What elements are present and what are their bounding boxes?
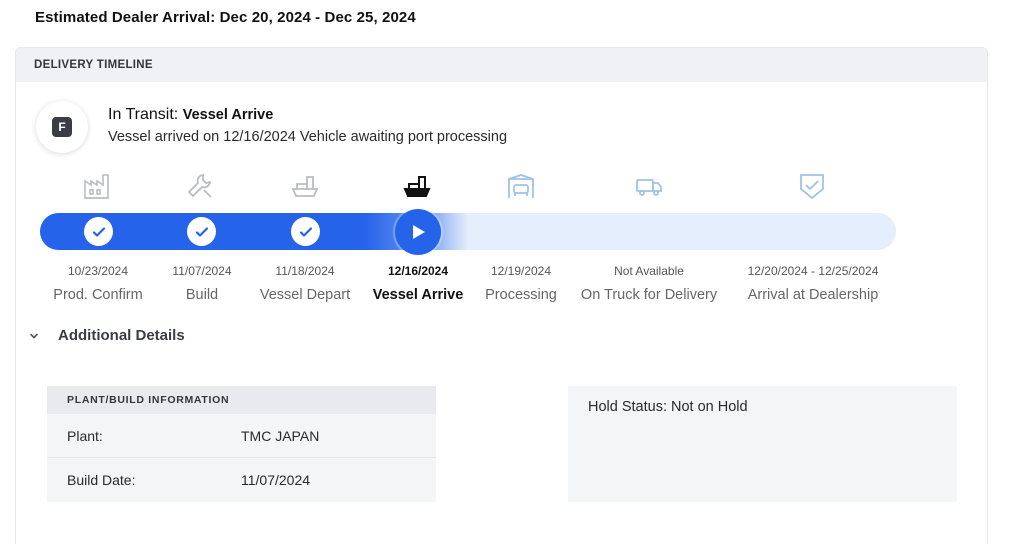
- current-step-play-icon: [395, 209, 441, 255]
- step-label: On Truck for Delivery: [580, 287, 718, 303]
- step-label-current: Vessel Arrive: [372, 287, 464, 303]
- delivery-timeline-header: DELIVERY TIMELINE: [16, 48, 987, 82]
- step-label: Prod. Confirm: [53, 287, 143, 303]
- step-date: 10/23/2024: [67, 264, 129, 278]
- step-label: Build: [185, 287, 219, 303]
- hold-status-panel: Hold Status: Not on Hold: [568, 386, 957, 502]
- status-title-stage: Vessel Arrive: [182, 107, 274, 123]
- plant-row-key: Plant:: [67, 427, 103, 444]
- step-complete-check-icon: [84, 217, 113, 246]
- step-date: 11/18/2024: [275, 264, 335, 278]
- step-date-current: 12/16/2024: [387, 264, 449, 278]
- status-description: Vessel arrived on 12/16/2024 Vehicle awa…: [108, 129, 508, 145]
- f-badge-icon: F: [52, 117, 72, 137]
- ship-icon-current: [402, 171, 432, 201]
- status-avatar: F: [36, 101, 88, 153]
- additional-details-label: Additional Details: [58, 327, 185, 344]
- additional-details-toggle[interactable]: Additional Details: [28, 327, 185, 344]
- step-complete-check-icon: [187, 217, 216, 246]
- truck-icon: [634, 171, 664, 201]
- delivery-timeline-card: DELIVERY TIMELINE F In Transit: Vessel A…: [15, 47, 988, 544]
- build-date-row-value: 11/07/2024: [241, 472, 311, 488]
- step-date: 11/07/2024: [172, 264, 232, 278]
- step-label: Vessel Depart: [259, 287, 351, 303]
- step-date: 12/20/2024 - 12/25/2024: [747, 264, 879, 278]
- build-date-row-key: Build Date:: [67, 472, 136, 488]
- step-date: 12/19/2024: [490, 264, 552, 278]
- step-date: Not Available: [614, 264, 684, 278]
- plant-row-value: TMC JAPAN: [241, 427, 320, 444]
- ship-icon: [290, 171, 320, 201]
- status-title: In Transit: Vessel Arrive: [108, 106, 273, 124]
- status-title-prefix: In Transit:: [108, 106, 179, 123]
- car-garage-icon: [506, 171, 536, 201]
- build-date-row: Build Date: 11/07/2024: [47, 458, 436, 502]
- plant-build-info-header: PLANT/BUILD INFORMATION: [47, 386, 436, 414]
- factory-icon: [82, 171, 112, 201]
- estimated-dealer-arrival: Estimated Dealer Arrival: Dec 20, 2024 -…: [35, 9, 416, 26]
- step-label: Arrival at Dealership: [747, 287, 879, 303]
- wrench-icon: [185, 171, 215, 201]
- step-complete-check-icon: [291, 217, 320, 246]
- progress-track: [40, 213, 896, 250]
- shield-check-icon: [797, 171, 827, 201]
- plant-build-info-panel: PLANT/BUILD INFORMATION Plant: TMC JAPAN…: [47, 386, 436, 502]
- plant-row: Plant: TMC JAPAN: [47, 414, 436, 458]
- chevron-down-icon: [30, 333, 38, 338]
- step-label: Processing: [485, 287, 557, 303]
- hold-status-text: Hold Status: Not on Hold: [588, 399, 748, 415]
